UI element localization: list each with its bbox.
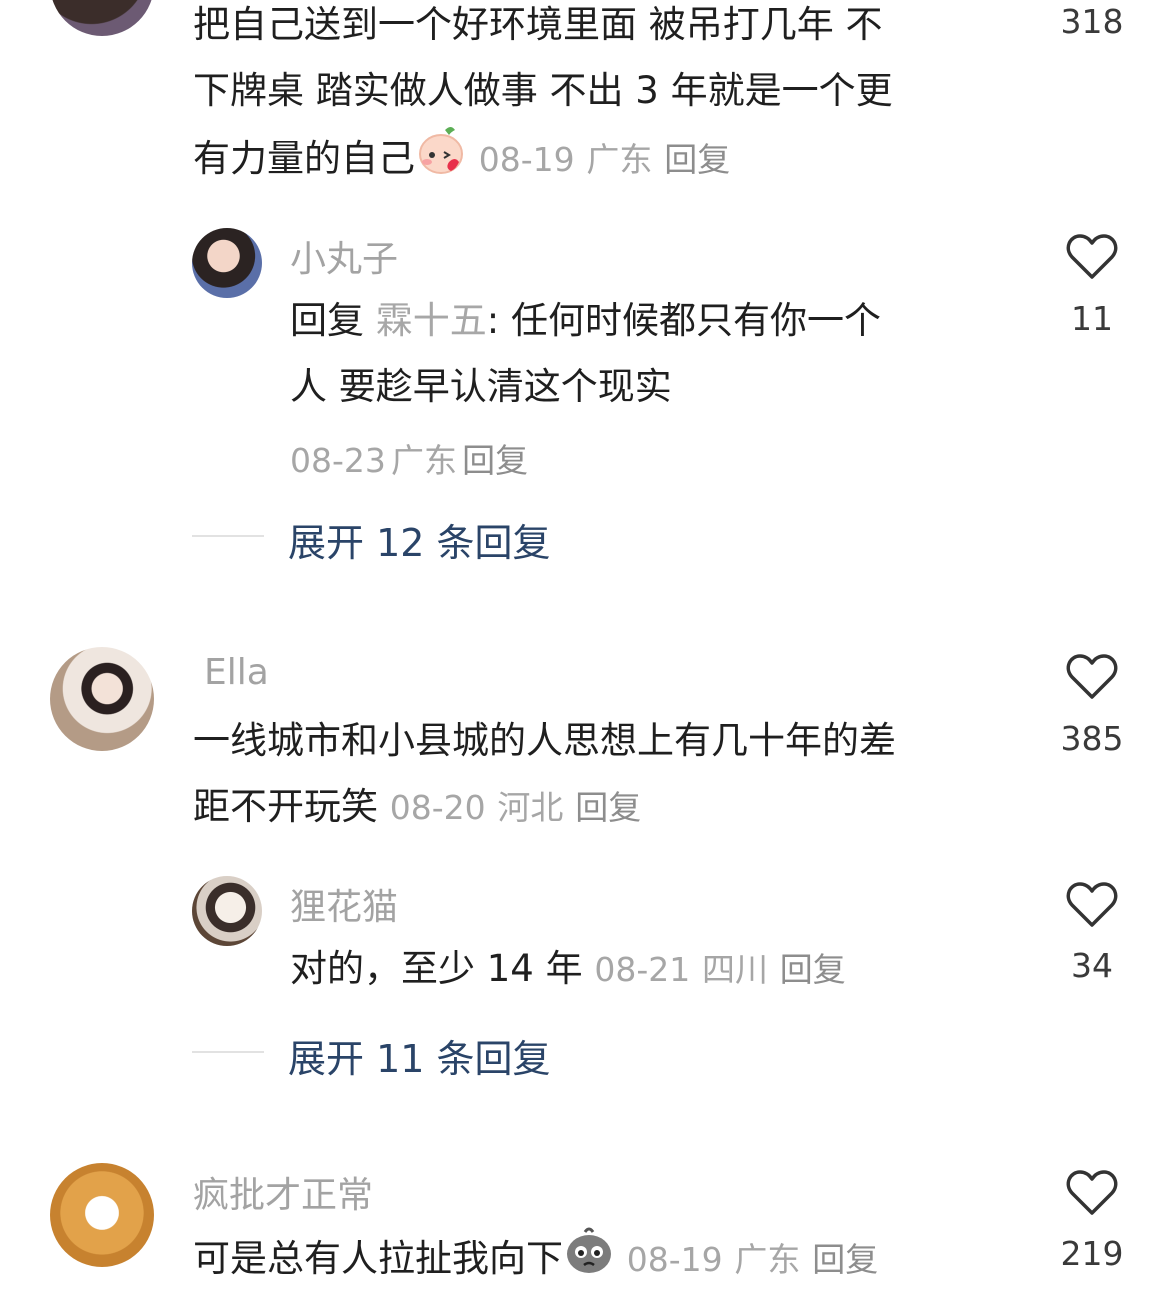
reply-prefix: 回复 — [290, 299, 364, 342]
author-name[interactable]: 疯批才正常 — [193, 1166, 373, 1218]
comment-text-end: 有力量的自己 — [193, 137, 415, 180]
heart-outline-icon[interactable] — [1066, 233, 1118, 281]
avatar[interactable] — [50, 1163, 154, 1267]
reply-button[interactable]: 回复 — [462, 441, 528, 480]
author-name[interactable]: 狸花猫 — [290, 878, 398, 930]
reply-meta: 08-23 广东 回复 — [290, 434, 528, 482]
reply-text: 对的，至少 14 年 — [290, 947, 583, 990]
comment-text-line: 一线城市和小县城的人思想上有几十年的差 — [193, 719, 896, 762]
sad-gray-face-emoji-icon — [563, 1224, 615, 1297]
reply-button[interactable]: 回复 — [664, 140, 730, 179]
heart-outline-icon[interactable] — [1066, 653, 1118, 701]
comment-date: 08-23 — [290, 441, 386, 480]
comment-location: 广东 — [390, 441, 457, 480]
comment-text: 可是总有人拉扯我向下 — [193, 1237, 563, 1280]
heart-outline-icon[interactable] — [1066, 1169, 1118, 1217]
like-count: 318 — [1060, 2, 1124, 41]
reply-text-line: 人 要趁早认清这个现实 — [290, 365, 672, 408]
comment-text-line: 距不开玩笑 08-20 河北 回复 — [193, 774, 641, 841]
reply-target-name[interactable]: 霖十五 — [376, 299, 487, 342]
reply-button[interactable]: 回复 — [812, 1240, 878, 1279]
reply-button[interactable]: 回复 — [575, 788, 641, 827]
reply-text-line: 对的，至少 14 年 08-21 四川 回复 — [290, 936, 846, 1003]
like-count: 34 — [1071, 946, 1113, 985]
avatar[interactable] — [50, 647, 154, 751]
comment-location: 广东 — [734, 1240, 801, 1279]
divider — [192, 535, 264, 537]
heart-outline-icon[interactable] — [1066, 881, 1118, 929]
reply-button[interactable]: 回复 — [780, 950, 846, 989]
avatar[interactable] — [192, 228, 262, 298]
author-name[interactable]: 小丸子 — [290, 230, 398, 282]
comment-location: 河北 — [497, 788, 564, 827]
expand-replies-button[interactable]: 展开 11 条回复 — [288, 1028, 551, 1083]
like-count: 219 — [1060, 1234, 1124, 1273]
comment-date: 08-20 — [389, 788, 486, 827]
comment-location: 四川 — [702, 950, 769, 989]
divider — [192, 1051, 264, 1053]
blushing-peach-emoji-icon — [415, 124, 467, 197]
like-count: 385 — [1060, 719, 1124, 758]
reply-text-line: 回复 霖十五: 任何时候都只有你一个 — [290, 288, 881, 354]
like-count: 11 — [1071, 299, 1113, 338]
comment-text-line: 可是总有人拉扯我向下 08-19 广东 回复 — [193, 1224, 878, 1297]
comment-location: 广东 — [586, 140, 653, 179]
comment-text-line: 有力量的自己 08-19 广东 回复 — [193, 124, 730, 197]
comment-text-line: 把自己送到一个好环境里面 被吊打几年 不 — [193, 3, 883, 46]
author-name[interactable]: Ella — [204, 652, 269, 693]
comment-text-end: 距不开玩笑 — [193, 785, 378, 828]
comment-date: 08-19 — [626, 1240, 723, 1279]
avatar[interactable] — [50, 0, 154, 36]
comment-text-line: 下牌桌 踏实做人做事 不出 3 年就是一个更 — [193, 69, 893, 112]
reply-text: : 任何时候都只有你一个 — [486, 299, 881, 342]
avatar[interactable] — [192, 876, 262, 946]
comment-date: 08-21 — [594, 950, 691, 989]
expand-replies-button[interactable]: 展开 12 条回复 — [288, 512, 551, 567]
comment-date: 08-19 — [478, 140, 575, 179]
